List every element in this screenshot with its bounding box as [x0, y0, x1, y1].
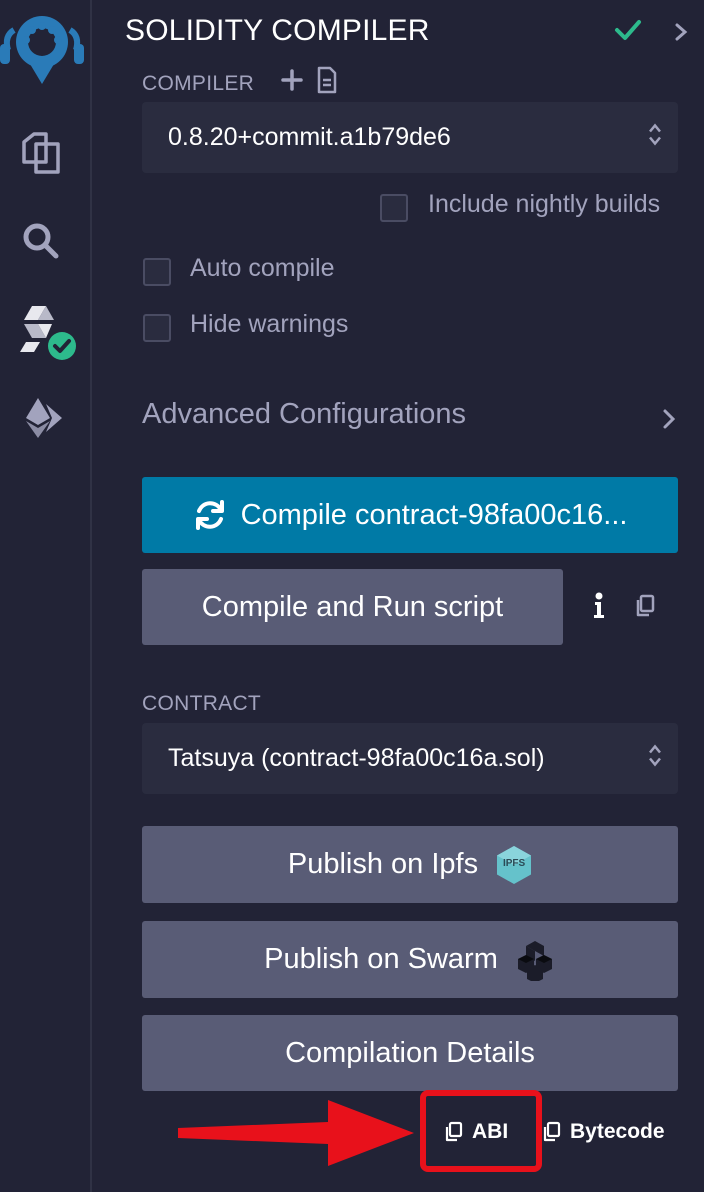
icon-panel	[0, 0, 92, 1192]
hide-warnings-checkbox[interactable]	[143, 314, 171, 342]
info-icon[interactable]	[592, 592, 606, 625]
select-arrows-icon	[648, 121, 662, 154]
contract-select-value: Tatsuya (contract-98fa00c16a.sol)	[168, 744, 545, 772]
contract-label: CONTRACT	[142, 692, 262, 715]
check-icon	[614, 18, 642, 47]
ipfs-icon: IPFS	[496, 845, 532, 885]
deploy-run-icon[interactable]	[14, 392, 66, 444]
publish-ipfs-button[interactable]: Publish on Ipfs IPFS	[142, 826, 678, 903]
annotation-arrow-icon	[178, 1100, 414, 1171]
hide-warnings-label: Hide warnings	[190, 310, 349, 338]
bytecode-label: Bytecode	[570, 1120, 665, 1143]
compiler-version-value: 0.8.20+commit.a1b79de6	[168, 123, 451, 151]
compile-and-run-label: Compile and Run script	[201, 590, 504, 623]
auto-compile-label: Auto compile	[190, 254, 335, 282]
contract-select[interactable]: Tatsuya (contract-98fa00c16a.sol)	[142, 723, 678, 794]
copy-icon	[542, 1121, 562, 1143]
solidity-compiler-icon[interactable]	[16, 302, 80, 366]
copy-icon[interactable]	[634, 594, 656, 623]
compile-button-label: Compile contract-98fa00c16...	[240, 498, 628, 531]
annotation-highlight-box	[420, 1090, 542, 1172]
include-nightly-checkbox[interactable]	[380, 194, 408, 222]
file-explorer-icon[interactable]	[18, 130, 64, 176]
search-icon[interactable]	[18, 218, 64, 264]
compile-button[interactable]: Compile contract-98fa00c16...	[142, 477, 678, 553]
add-compiler-icon[interactable]	[280, 68, 304, 97]
compiler-label: COMPILER	[142, 72, 255, 95]
compilation-details-label: Compilation Details	[285, 1036, 535, 1069]
publish-ipfs-label: Publish on Ipfs	[287, 848, 479, 880]
compilation-details-button[interactable]: Compilation Details	[142, 1015, 678, 1091]
file-icon[interactable]	[316, 66, 338, 99]
compiler-version-select[interactable]: 0.8.20+commit.a1b79de6	[142, 102, 678, 173]
advanced-configurations-toggle[interactable]: Advanced Configurations	[142, 398, 466, 431]
include-nightly-label: Include nightly builds	[428, 190, 661, 218]
ipfs-badge-text: IPFS	[502, 857, 526, 869]
publish-swarm-button[interactable]: Publish on Swarm	[142, 921, 678, 998]
refresh-icon	[193, 498, 227, 532]
chevron-right-icon[interactable]	[674, 22, 688, 47]
publish-swarm-label: Publish on Swarm	[264, 943, 498, 975]
swarm-icon	[514, 939, 556, 981]
remix-logo-icon[interactable]	[0, 6, 84, 90]
compiler-panel: SOLIDITY COMPILER COMPILER 0.8.20+commit…	[92, 0, 704, 1192]
panel-title: SOLIDITY COMPILER	[125, 14, 430, 47]
select-arrows-icon	[648, 742, 662, 775]
compile-and-run-button[interactable]: Compile and Run script	[142, 569, 563, 645]
chevron-right-icon[interactable]	[662, 408, 676, 435]
copy-bytecode-button[interactable]: Bytecode	[542, 1120, 665, 1144]
auto-compile-checkbox[interactable]	[143, 258, 171, 286]
